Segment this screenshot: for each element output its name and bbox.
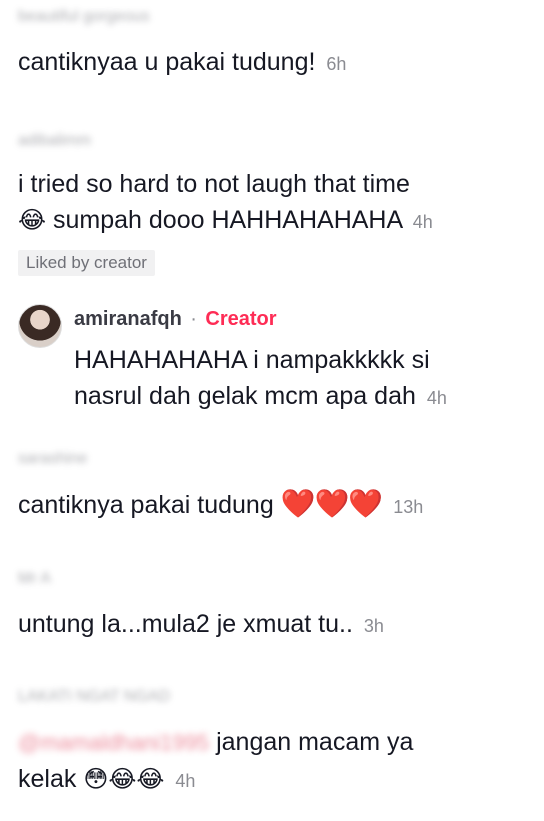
comment-text-line: jangan macam ya <box>216 728 414 756</box>
comment-item: sarashine cantiknya pakai tudung ❤️❤️❤️ … <box>18 450 530 525</box>
comment-text: untung la...mula2 je xmuat tu.. <box>18 610 353 638</box>
comment-item: Mr A untung la...mula2 je xmuat tu.. 3h <box>18 570 530 644</box>
creator-label: Creator <box>205 308 277 330</box>
comment-item: LAKATI NGAT NGAD @mamaldhani1995 jangan … <box>18 688 530 799</box>
laughing-emoji-icon: 😂 <box>18 206 47 234</box>
comment-text-line: kelak <box>18 765 77 793</box>
comment-text-line: i tried so hard to not laugh that time <box>18 170 410 198</box>
comment-text: i tried so hard to not laugh that time 😂… <box>18 166 530 240</box>
comment-item: beautiful gorgeous cantiknyaa u pakai tu… <box>18 8 530 82</box>
reply-timestamp: 4h <box>426 388 447 408</box>
comment-timestamp: 6h <box>326 54 347 74</box>
comment-text-line: sumpah dooo HAHHAHAHAHA <box>53 206 402 234</box>
comment-timestamp: 4h <box>412 212 433 232</box>
comment-timestamp: 13h <box>393 497 424 517</box>
avatar[interactable] <box>18 304 62 348</box>
mention-link[interactable]: @mamaldhani1995 <box>18 725 209 761</box>
reply-item: amiranafqh · Creator HAHAHAHAHA i nampak… <box>18 304 530 416</box>
comment-timestamp: 4h <box>175 771 196 791</box>
liked-by-creator-badge: Liked by creator <box>18 250 155 276</box>
reply-text-line: nasrul dah gelak mcm apa dah <box>74 382 416 410</box>
comment-username[interactable]: sarashine <box>18 450 87 468</box>
emoji-reaction-icon: 😳😂😂 <box>83 765 165 793</box>
heart-emoji-icon: ❤️❤️❤️ <box>280 487 384 520</box>
comment-username[interactable]: beautiful gorgeous <box>18 8 150 26</box>
comment-item: adibalimm i tried so hard to not laugh t… <box>18 132 530 276</box>
comment-username[interactable]: adibalimm <box>18 132 91 150</box>
comment-username[interactable]: Mr A <box>18 570 51 588</box>
comment-timestamp: 3h <box>363 616 384 636</box>
comment-text: cantiknyaa u pakai tudung! <box>18 48 316 76</box>
reply-text-line: HAHAHAHAHA i nampakkkkk si <box>74 346 430 374</box>
comment-username[interactable]: LAKATI NGAT NGAD <box>18 688 170 706</box>
comment-text: cantiknya pakai tudung <box>18 491 274 519</box>
separator-dot: · <box>190 308 197 330</box>
reply-username[interactable]: amiranafqh <box>74 308 182 330</box>
